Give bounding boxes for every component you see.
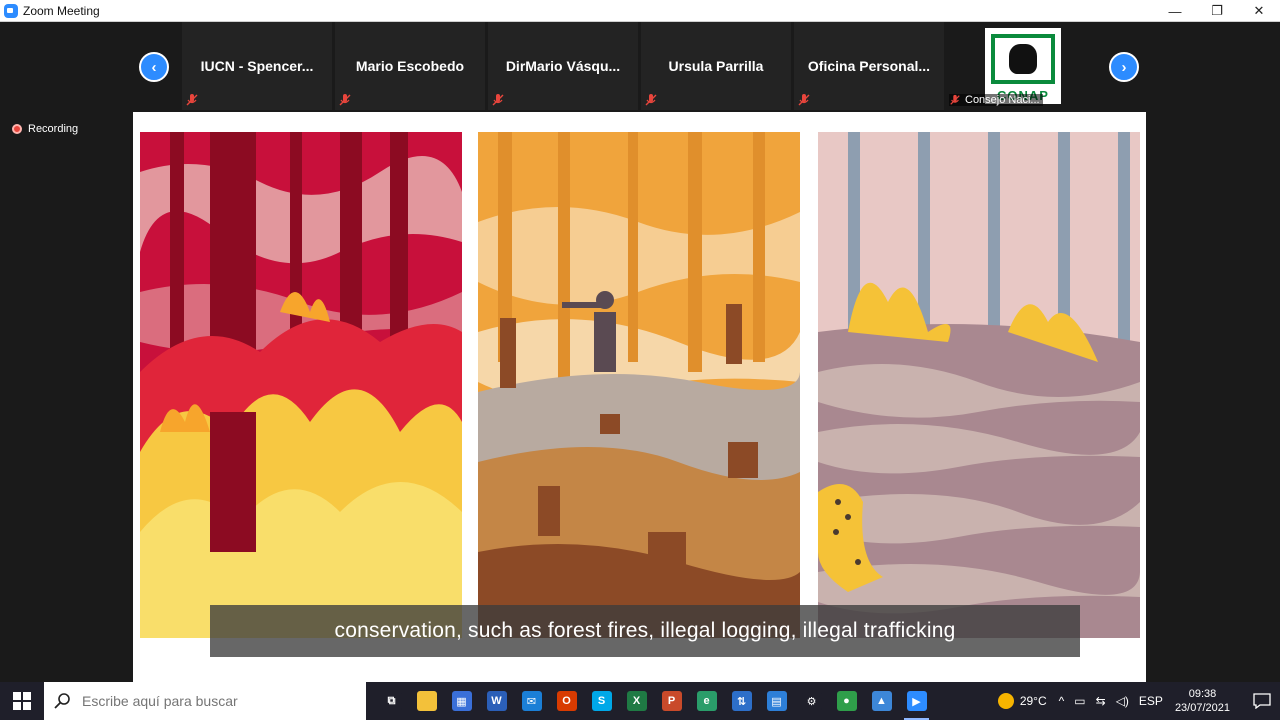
- windows-taskbar: ⧉ ▦ W ✉ OSXPe ⇅ ▤ ⚙ ● ▲ ▶ 29°C ^ ▭ ⇆ ◁) ESP 09:38 …: [0, 682, 1280, 720]
- participant-strip: ‹ IUCN - Spencer... Mario Escobedo DirMa…: [0, 22, 1280, 110]
- settings-taskbar-button[interactable]: ⚙: [794, 682, 829, 720]
- photos-taskbar-button[interactable]: ▲: [864, 682, 899, 720]
- search-icon: [54, 693, 70, 709]
- participant-tile-logo[interactable]: CONAP Consejo Naci...: [947, 22, 1097, 110]
- word-icon: W: [486, 691, 507, 711]
- subtitle-text: conservation, such as forest fires, ille…: [334, 619, 956, 642]
- participant-name: Consejo Naci...: [949, 94, 1043, 106]
- notifications-button[interactable]: [1244, 682, 1280, 720]
- muted-mic-icon: [645, 94, 657, 106]
- powerpoint-icon: P: [661, 691, 682, 711]
- search-input[interactable]: [82, 693, 342, 709]
- taskbar-apps: ⧉ ▦ W ✉ O S X Pe ⇅ ▤ ⚙ ● ▲ ▶: [374, 682, 934, 720]
- settings-icon: ⚙: [801, 691, 822, 711]
- notification-icon: [1253, 693, 1271, 709]
- start-button[interactable]: [0, 682, 44, 720]
- office-icon: O: [556, 691, 577, 711]
- participant-tile[interactable]: Oficina Personal...: [794, 22, 944, 110]
- participant-name: IUCN - Spencer...: [200, 58, 314, 74]
- windows-logo-icon: [13, 692, 31, 710]
- powerpoint-taskbar-button[interactable]: P: [654, 682, 689, 720]
- illegal-logging-illustration: [478, 132, 800, 638]
- sun-icon: [997, 693, 1014, 709]
- weather-temp: 29°C: [1019, 694, 1047, 708]
- office-taskbar-button[interactable]: O: [549, 682, 584, 720]
- window-controls: — ❐ ✕: [1154, 0, 1280, 22]
- muted-mic-icon: [492, 94, 504, 106]
- logo-caption-text: Consejo Naci...: [965, 94, 1040, 106]
- conap-logo: CONAP: [985, 28, 1061, 104]
- recording-label: Recording: [28, 123, 79, 135]
- file-explorer-taskbar-button[interactable]: [409, 682, 444, 720]
- clock-time: 09:38: [1188, 688, 1217, 700]
- illegal-trafficking-image: [818, 132, 1140, 638]
- participant-tile[interactable]: DirMario Vásqu...: [488, 22, 638, 110]
- calendar-taskbar-button[interactable]: ▤: [759, 682, 794, 720]
- network-icon[interactable]: ⇆: [1096, 694, 1106, 708]
- skype-icon: S: [591, 691, 612, 711]
- skype-taskbar-button[interactable]: S: [584, 682, 619, 720]
- clock[interactable]: 09:38 23/07/2021: [1175, 687, 1230, 715]
- close-button[interactable]: ✕: [1238, 0, 1280, 22]
- subtitle-bar: conservation, such as forest fires, ille…: [210, 605, 1080, 657]
- chrome-taskbar-button[interactable]: ●: [829, 682, 864, 720]
- store-taskbar-button[interactable]: ▦: [444, 682, 479, 720]
- zoom-icon: ▶: [906, 691, 927, 711]
- participant-name: DirMario Vásqu...: [505, 58, 621, 74]
- illegal-trafficking-illustration: [818, 132, 1140, 638]
- word-taskbar-button[interactable]: W: [479, 682, 514, 720]
- mail-icon: ✉: [521, 691, 542, 711]
- language-indicator[interactable]: ESP: [1139, 694, 1163, 708]
- network-app-icon: ⇅: [731, 691, 752, 711]
- participant-tile[interactable]: Mario Escobedo: [335, 22, 485, 110]
- title-bar: Zoom Meeting — ❐ ✕: [0, 0, 1280, 22]
- system-tray: 29°C ^ ▭ ⇆ ◁) ESP 09:38 23/07/2021: [997, 682, 1280, 720]
- forest-fire-illustration: [140, 132, 462, 638]
- forest-fire-image: [140, 132, 462, 638]
- task-view-icon: ⧉: [381, 691, 402, 711]
- clock-date: 23/07/2021: [1174, 702, 1230, 714]
- store-icon: ▦: [451, 691, 472, 711]
- maximize-button[interactable]: ❐: [1196, 0, 1238, 22]
- muted-mic-icon: [950, 94, 960, 105]
- shared-screen: conservation, such as forest fires, ille…: [133, 112, 1146, 704]
- previous-page-button[interactable]: ‹: [139, 52, 169, 82]
- muted-mic-icon: [798, 94, 810, 106]
- participant-tile[interactable]: IUCN - Spencer...: [182, 22, 332, 110]
- participant-name: Mario Escobedo: [355, 58, 465, 74]
- battery-icon[interactable]: ▭: [1074, 694, 1085, 708]
- zoom-app-icon: [4, 3, 18, 18]
- illegal-logging-image: [478, 132, 800, 638]
- excel-icon: X: [626, 691, 647, 711]
- photos-icon: ▲: [871, 691, 892, 711]
- participant-name: Ursula Parrilla: [668, 58, 764, 74]
- network-app-taskbar-button[interactable]: ⇅: [724, 682, 759, 720]
- next-page-button[interactable]: ›: [1109, 52, 1139, 82]
- window-title: Zoom Meeting: [23, 3, 100, 18]
- participant-name: Oficina Personal...: [807, 58, 931, 74]
- show-hidden-icons-chevron[interactable]: ^: [1059, 694, 1065, 708]
- muted-mic-icon: [186, 94, 198, 106]
- participant-tile[interactable]: Ursula Parrilla: [641, 22, 791, 110]
- volume-icon[interactable]: ◁): [1116, 694, 1129, 708]
- file-explorer-icon: [416, 691, 437, 711]
- recording-dot-icon: [12, 124, 22, 134]
- edge-icon: e: [696, 691, 717, 711]
- mail-taskbar-button[interactable]: ✉: [514, 682, 549, 720]
- minimize-button[interactable]: —: [1154, 0, 1196, 22]
- taskbar-search[interactable]: [44, 682, 366, 720]
- calendar-icon: ▤: [766, 691, 787, 711]
- chrome-icon: ●: [836, 691, 857, 711]
- monkey-emblem-icon: [1009, 44, 1037, 74]
- zoom-taskbar-button[interactable]: ▶: [899, 682, 934, 720]
- recording-indicator[interactable]: Recording: [12, 123, 78, 135]
- weather-widget[interactable]: 29°C: [997, 693, 1047, 709]
- excel-taskbar-button[interactable]: X: [619, 682, 654, 720]
- task-view-taskbar-button[interactable]: ⧉: [374, 682, 409, 720]
- muted-mic-icon: [339, 94, 351, 106]
- tray-icons: ^ ▭ ⇆ ◁) ESP: [1059, 694, 1163, 708]
- meeting-area: ‹ IUCN - Spencer... Mario Escobedo DirMa…: [0, 22, 1280, 704]
- edge-taskbar-button[interactable]: e: [689, 682, 724, 720]
